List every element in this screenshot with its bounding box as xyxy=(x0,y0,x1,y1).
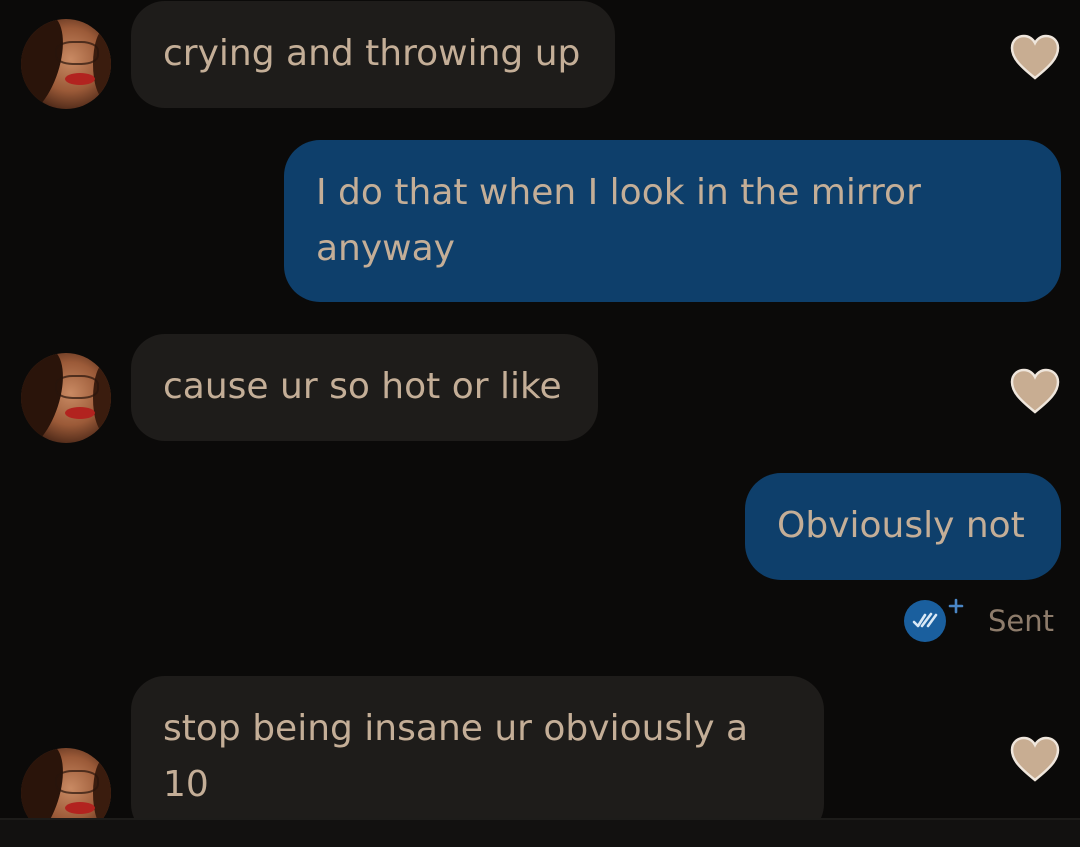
heart-icon[interactable] xyxy=(1010,34,1060,80)
heart-icon[interactable] xyxy=(1010,736,1060,782)
incoming-message-bubble[interactable]: stop being insane ur obviously a 10 xyxy=(131,676,824,818)
message-text: I do that when I look in the mirror anyw… xyxy=(316,172,921,269)
message-text: cause ur so hot or like xyxy=(163,366,562,407)
heart-icon[interactable] xyxy=(1010,368,1060,414)
outgoing-message-bubble[interactable]: I do that when I look in the mirror anyw… xyxy=(284,140,1061,302)
composer-bar[interactable] xyxy=(0,818,1080,847)
incoming-message-bubble[interactable]: cause ur so hot or like xyxy=(131,334,598,441)
contact-avatar[interactable] xyxy=(21,19,111,109)
contact-avatar[interactable] xyxy=(21,353,111,443)
contact-avatar[interactable] xyxy=(21,748,111,818)
message-text: crying and throwing up xyxy=(163,33,581,74)
outgoing-message-bubble[interactable]: Obviously not xyxy=(745,473,1061,580)
message-thread[interactable]: crying and throwing up I do that when I … xyxy=(0,0,1080,818)
message-text: Obviously not xyxy=(777,505,1025,546)
double-check-icon xyxy=(904,600,946,642)
plus-icon xyxy=(948,598,964,614)
sent-status-label: Sent xyxy=(988,604,1055,638)
incoming-message-bubble[interactable]: crying and throwing up xyxy=(131,1,615,108)
message-text: stop being insane ur obviously a 10 xyxy=(163,708,748,805)
